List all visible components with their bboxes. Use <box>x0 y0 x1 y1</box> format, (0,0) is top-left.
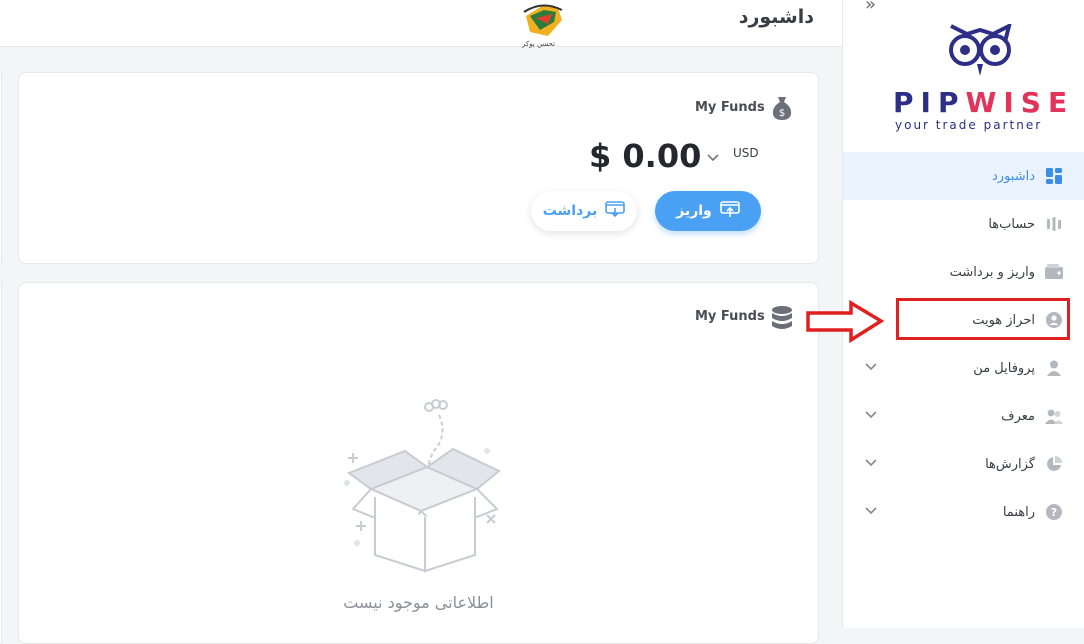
logo-wordmark-part1: PIP <box>893 86 966 119</box>
chevron-down-icon <box>865 456 879 470</box>
money-bag-icon: $ <box>771 95 793 125</box>
logo-wordmark: PIPWISE <box>893 86 1074 119</box>
pie-chart-icon <box>1045 455 1063 473</box>
logo-tagline: your trade partner <box>895 118 1043 132</box>
withdraw-icon <box>605 200 626 222</box>
user-circle-icon <box>1045 311 1063 329</box>
funds-list-card: My Funds اطلاعاتی موجود نیست <box>18 282 819 644</box>
sidebar-item-label: واریز و برداشت <box>949 264 1035 280</box>
page-title: داشبورد <box>738 6 814 28</box>
deposit-button-label: واریز <box>676 203 712 219</box>
logo-wordmark-part2: WISE <box>965 86 1075 119</box>
balance-amount: $ 0.00 <box>589 137 702 175</box>
funds-card-title: My Funds <box>695 100 765 115</box>
sidebar-item-label: داشبورد <box>992 168 1035 184</box>
database-icon <box>771 305 793 335</box>
watermark-text: تحسن پوکر <box>522 40 556 48</box>
dashboard-icon <box>1045 167 1063 185</box>
sidebar-item-label: پروفایل من <box>973 360 1035 376</box>
svg-text:?: ? <box>1051 506 1057 519</box>
top-header: داشبورد تحسن پوکر <box>0 0 842 48</box>
sidebar-item-dashboard[interactable]: داشبورد <box>843 152 1084 200</box>
sidebar-item-accounts[interactable]: حساب‌ها <box>843 200 1084 248</box>
sidebar-item-label: حساب‌ها <box>988 216 1035 232</box>
person-icon <box>1045 359 1063 377</box>
deposit-button[interactable]: واریز <box>655 191 761 231</box>
sidebar-item-label: گزارش‌ها <box>985 456 1035 472</box>
sidebar-item-label: احراز هویت <box>972 312 1035 328</box>
sidebar-item-reports[interactable]: گزارش‌ها <box>843 440 1084 488</box>
offscreen-card-edge <box>0 282 2 644</box>
help-icon: ? <box>1045 503 1063 521</box>
accounts-icon <box>1045 215 1063 233</box>
collapse-sidebar-icon[interactable]: » <box>865 0 876 15</box>
deposit-icon <box>719 200 740 222</box>
sidebar-item-profile[interactable]: پروفایل من <box>843 344 1084 392</box>
funds-list-title: My Funds <box>695 309 765 324</box>
withdraw-button-label: برداشت <box>542 203 598 219</box>
sidebar-item-label: راهنما <box>1002 504 1035 520</box>
chevron-down-icon <box>865 504 879 518</box>
chevron-down-icon <box>865 408 879 422</box>
red-arrow-icon <box>805 299 885 348</box>
chevron-down-icon <box>865 360 879 374</box>
offscreen-card-edge <box>0 72 2 264</box>
sidebar-item-deposit-withdraw[interactable]: واریز و برداشت <box>843 248 1084 296</box>
currency-select[interactable]: USD <box>733 146 759 160</box>
sidebar-item-help[interactable]: راهنما ? <box>843 488 1084 536</box>
currency-dropdown-chevron-icon[interactable] <box>707 147 719 166</box>
users-icon <box>1045 407 1063 425</box>
sidebar-item-referral[interactable]: معرف <box>843 392 1084 440</box>
pipwise-logo: PIPWISE your trade partner <box>843 20 1084 135</box>
svg-text:$: $ <box>779 108 785 119</box>
withdraw-button[interactable]: برداشت <box>531 191 637 231</box>
sidebar-item-label: معرف <box>1001 408 1035 424</box>
wallet-icon <box>1045 263 1063 281</box>
funds-card: My Funds $ $ 0.00 USD واریز برداشت <box>18 72 819 264</box>
empty-box-illustration <box>337 393 527 577</box>
empty-state-text: اطلاعاتی موجود نیست <box>343 593 494 612</box>
